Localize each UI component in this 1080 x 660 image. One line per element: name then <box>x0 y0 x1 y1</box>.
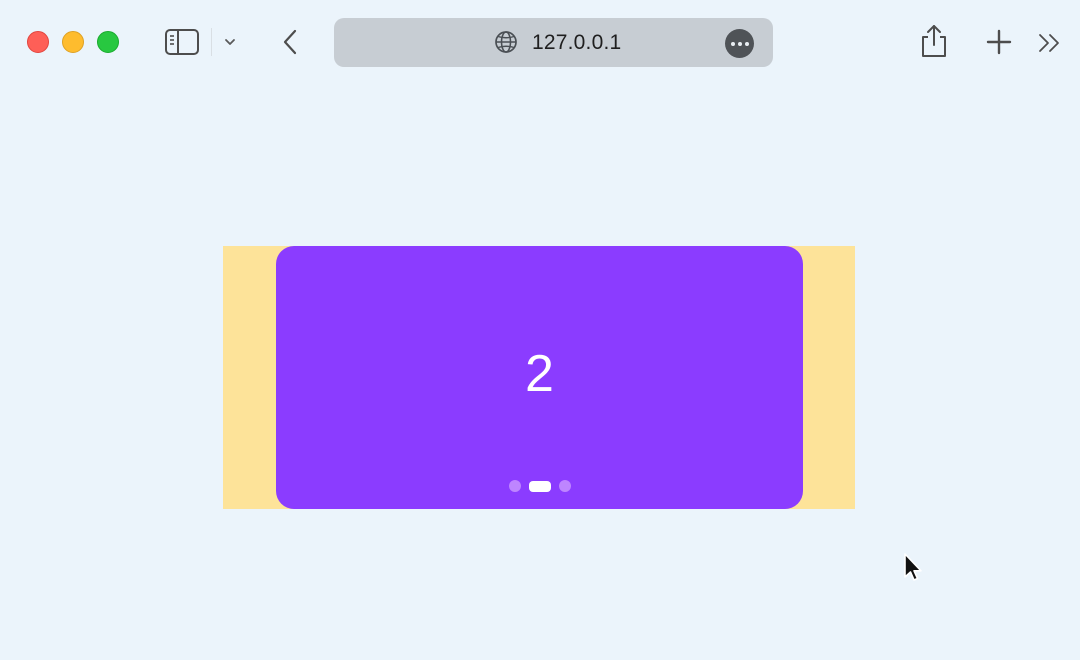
globe-icon <box>495 31 517 53</box>
more-icon <box>730 41 735 46</box>
pagination-dot-1[interactable] <box>508 480 521 492</box>
url-text[interactable]: 127.0.0.1 <box>532 18 621 67</box>
share-icon <box>922 25 946 57</box>
sidebar-toggle-button[interactable] <box>162 26 202 58</box>
double-chevron-icon <box>1039 34 1059 52</box>
more-icon-dot <box>744 41 749 46</box>
mouse-cursor-icon <box>904 553 922 581</box>
more-icon-dot <box>737 41 742 46</box>
new-tab-button[interactable] <box>984 27 1014 57</box>
minimize-window-button[interactable] <box>62 31 84 53</box>
toolbar-divider <box>211 28 212 56</box>
plus-icon <box>986 29 1012 55</box>
sidebar-menu-button[interactable] <box>220 32 240 52</box>
share-button[interactable] <box>918 22 950 60</box>
carousel-slide[interactable]: 2 <box>276 246 803 509</box>
pagination-dot-2-active[interactable] <box>528 480 551 492</box>
slide-label: 2 <box>525 344 554 403</box>
address-bar[interactable]: 127.0.0.1 <box>334 18 773 67</box>
pagination-dot-3[interactable] <box>558 480 571 492</box>
browser-window: 127.0.0.1 2 <box>0 0 1080 660</box>
pagination-dots <box>276 480 803 492</box>
close-window-button[interactable] <box>27 31 49 53</box>
browser-toolbar: 127.0.0.1 <box>0 0 1080 84</box>
page-menu-button[interactable] <box>725 29 754 58</box>
back-button[interactable] <box>276 26 304 58</box>
carousel-container: 2 <box>223 246 855 509</box>
chevron-down-icon <box>225 39 235 45</box>
more-toolbar-items-button[interactable] <box>1036 30 1064 56</box>
sidebar-icon <box>165 29 199 55</box>
zoom-window-button[interactable] <box>97 31 119 53</box>
back-chevron-icon <box>283 29 297 55</box>
